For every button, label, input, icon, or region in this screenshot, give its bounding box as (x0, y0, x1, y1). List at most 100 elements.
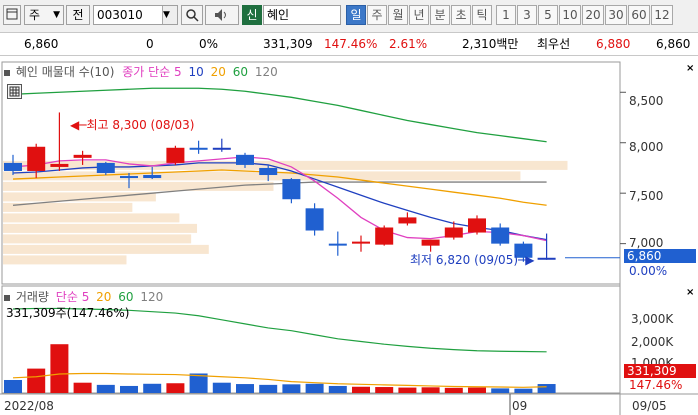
volume-value-text: 331,309주(147.46%) (6, 306, 130, 320)
candle-body (259, 167, 278, 176)
all-button[interactable]: 전 (66, 5, 90, 25)
ma5-label: 5 (174, 65, 182, 79)
current-volume-ratio: 147.46% (629, 378, 683, 392)
candle-body (375, 227, 394, 245)
current-price: 6,860 (24, 37, 59, 51)
period-tab-9[interactable]: 5 (538, 5, 558, 25)
candle-body (212, 147, 231, 150)
period-tab-7[interactable]: 1 (496, 5, 516, 25)
volume-bar (143, 383, 162, 393)
volume-bar (352, 386, 370, 393)
close-pane-button[interactable]: × (686, 64, 696, 74)
code-input[interactable]: 003010 ▼ (93, 5, 178, 25)
volume-bar (166, 383, 185, 393)
candle-body (468, 218, 486, 233)
candle-body (143, 175, 162, 179)
close-pane-button[interactable]: × (686, 288, 696, 298)
candle-body (166, 147, 185, 163)
low-price-annotation: 최저 6,820 (09/05)─▶ (410, 251, 534, 268)
volume-bar (236, 384, 254, 393)
vol-tick-2000k: 2,000K (631, 335, 674, 349)
candle-body (120, 176, 138, 179)
candle-body (305, 208, 324, 231)
volume-bar (537, 384, 556, 393)
vol-ma20-label: 20 (96, 290, 112, 304)
stock-name-field[interactable]: 혜인 (263, 5, 341, 25)
current-price-box: 6,860 (624, 249, 696, 263)
period-tab-3[interactable]: 년 (409, 5, 429, 25)
volume-bar (491, 388, 510, 393)
volume-bar (328, 385, 347, 393)
chevron-down-icon[interactable]: ▼ (162, 6, 177, 24)
period-tab-2[interactable]: 월 (388, 5, 408, 25)
period-tab-14[interactable]: 12 (651, 5, 673, 25)
ma20-label: 20 (210, 65, 226, 79)
candle-body (96, 162, 115, 173)
period-tab-8[interactable]: 3 (517, 5, 537, 25)
legend-square-icon (4, 294, 10, 301)
candle-body (537, 257, 556, 260)
vol-ma5-label: 5 (81, 290, 90, 304)
search-button[interactable] (181, 5, 203, 25)
y-tick-8000: 8,000 (629, 140, 664, 154)
period-tab-6[interactable]: 틱 (472, 5, 492, 25)
candle-body (352, 241, 370, 244)
market-select[interactable]: 주 ▼ (24, 5, 64, 25)
candle-body (328, 243, 347, 246)
window-menu-button[interactable] (3, 5, 21, 25)
stock-chart[interactable] (0, 56, 698, 415)
volume-profile-bar (3, 255, 127, 265)
volume-bar (120, 385, 138, 393)
volume-bar (96, 384, 115, 393)
date-label-end: 09/05 (632, 399, 667, 413)
right-arrow-icon: ─▶ (518, 253, 535, 267)
price-change: 0 (146, 37, 154, 51)
candle-body (398, 217, 417, 224)
chart-settings-button[interactable] (7, 84, 22, 99)
trade-volume: 331,309 (263, 37, 313, 51)
price-legend: 혜인 매물대 수(10) 종가 단순 5 10 20 60 120 (4, 63, 278, 80)
period-tab-5[interactable]: 초 (451, 5, 471, 25)
close-icon: × (686, 63, 695, 74)
period-tab-4[interactable]: 분 (430, 5, 450, 25)
candle-body (4, 162, 22, 171)
candle-body (73, 154, 92, 158)
volume-bar (444, 387, 463, 393)
period-tab-12[interactable]: 30 (605, 5, 627, 25)
left-arrow-icon: ◀─ (70, 118, 87, 132)
candle-body (50, 163, 69, 167)
candle-body (491, 227, 510, 244)
close-icon: × (686, 287, 695, 298)
code-value: 003010 (97, 8, 143, 22)
chevron-down-icon: ▼ (53, 10, 60, 20)
candle-body (236, 154, 254, 165)
period-tab-11[interactable]: 20 (582, 5, 604, 25)
price-change-pct: 0% (199, 37, 219, 51)
period-tab-13[interactable]: 60 (628, 5, 650, 25)
candle-body (421, 239, 440, 246)
price-summary-bar: 6,860 0 0% 331,309 147.46% 2.61% 2,310백만… (0, 33, 698, 56)
volume-bar (468, 387, 486, 393)
current-volume-box: 331,309 (624, 364, 696, 378)
magnifier-icon (186, 9, 199, 22)
credit-badge: 신 (242, 5, 262, 25)
volume-bar (4, 379, 22, 393)
volume-bar (259, 384, 278, 393)
period-tab-10[interactable]: 10 (559, 5, 581, 25)
volume-bar (282, 384, 301, 393)
volume-bar (375, 387, 394, 393)
period-tab-1[interactable]: 주 (367, 5, 387, 25)
volume-bar (398, 387, 417, 393)
best-bid-price: 6,860 (656, 37, 691, 51)
speaker-button[interactable] (205, 5, 239, 25)
period-tab-0[interactable]: 일 (346, 5, 366, 25)
candle-body (444, 227, 463, 238)
candle-body (282, 179, 301, 200)
date-label-mid: 09 (512, 399, 528, 413)
volume-profile-bar (3, 234, 192, 244)
volume-bar (305, 383, 324, 393)
turnover-rate: 2.61% (389, 37, 428, 51)
ma60-label: 60 (232, 65, 248, 79)
trade-amount: 2,310백만 (462, 37, 519, 51)
grid-icon (9, 86, 20, 97)
